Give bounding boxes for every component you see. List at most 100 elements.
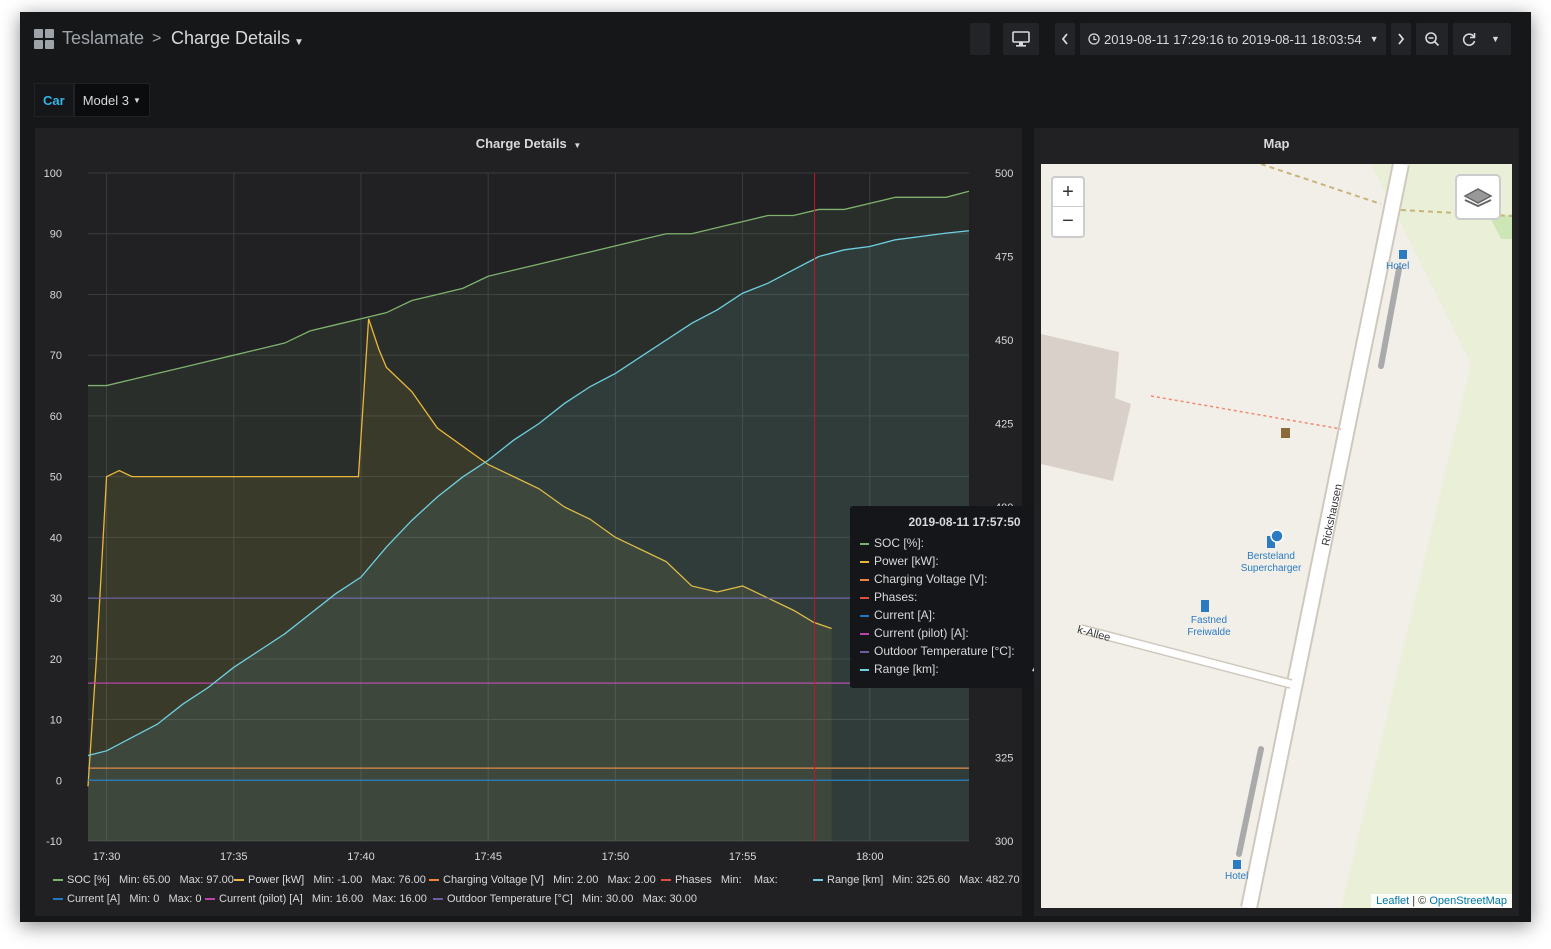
y-right-tick-label: 500 bbox=[995, 168, 1013, 180]
legend-series-name: Phases bbox=[675, 874, 721, 886]
map-view[interactable]: Hotel Hotel Bersteland Supercharger Fast… bbox=[1041, 164, 1512, 908]
x-tick-label: 18:00 bbox=[856, 851, 884, 863]
legend-item[interactable]: Current [A] Min: 0 Max: 0 bbox=[53, 893, 202, 905]
legend-series-stats: Min: 0 Max: 0 bbox=[129, 893, 202, 905]
chevron-down-icon[interactable]: ▼ bbox=[294, 37, 304, 48]
tooltip-label: Current [A]: bbox=[874, 608, 936, 622]
map-attribution: Leaflet | © OpenStreetMap bbox=[1371, 894, 1512, 908]
time-shift-forward-button[interactable] bbox=[1391, 23, 1411, 55]
map-label-supercharger: Bersteland Supercharger bbox=[1240, 551, 1302, 574]
legend-series-stats: Min: 30.00 Max: 30.00 bbox=[582, 893, 697, 905]
variable-label-car: Car bbox=[34, 83, 74, 117]
legend-series-name: Current [A] bbox=[67, 893, 130, 905]
legend-series-stats: Min: Max: bbox=[720, 874, 778, 886]
tooltip-label: Current (pilot) [A]: bbox=[874, 626, 969, 640]
legend-series-stats: Min: 325.60 Max: 482.70 bbox=[892, 874, 1020, 886]
variable-select-car[interactable]: Model 3 ▼ bbox=[73, 83, 150, 117]
chevron-left-icon bbox=[1061, 33, 1068, 45]
chevron-down-icon: ▼ bbox=[132, 95, 141, 105]
y-left-tick-label: 20 bbox=[50, 654, 62, 666]
tv-mode-button[interactable] bbox=[1003, 23, 1039, 55]
y-right-tick-label: 300 bbox=[995, 836, 1013, 848]
tooltip-color-marker bbox=[860, 579, 869, 581]
grafana-window: Teslamate > Charge Details ▼ 2019-08-11 … bbox=[20, 12, 1531, 922]
chevron-right-icon bbox=[1398, 33, 1405, 45]
y-left-tick-label: 30 bbox=[50, 593, 62, 605]
tooltip-label: Outdoor Temperature [°C]: bbox=[874, 644, 1015, 658]
tooltip-label: Charging Voltage [V]: bbox=[874, 572, 988, 586]
x-tick-label: 17:35 bbox=[220, 851, 248, 863]
tooltip-color-marker bbox=[860, 633, 869, 635]
legend-item[interactable]: Phases Min: Max: bbox=[661, 874, 778, 886]
y-right-tick-label: 475 bbox=[995, 252, 1013, 264]
legend-series-name: Range [km] bbox=[827, 874, 893, 886]
dashboard-title[interactable]: Charge Details bbox=[171, 28, 290, 49]
top-navbar: Teslamate > Charge Details ▼ 2019-08-11 … bbox=[20, 12, 1531, 68]
legend-item[interactable]: SOC [%] Min: 65.00 Max: 97.00 bbox=[53, 874, 234, 886]
legend-color-marker bbox=[429, 879, 439, 882]
legend-series-stats: Min: 2.00 Max: 2.00 bbox=[553, 874, 656, 886]
attribution-leaflet-link[interactable]: Leaflet bbox=[1376, 895, 1409, 907]
tooltip-label: Power [kW]: bbox=[874, 554, 939, 568]
zoom-out-time-button[interactable] bbox=[1416, 23, 1448, 55]
attribution-separator: | © bbox=[1409, 895, 1430, 907]
map-label-hotel-top: Hotel bbox=[1386, 261, 1410, 272]
x-tick-label: 17:55 bbox=[729, 851, 757, 863]
y-right-tick-label: 425 bbox=[995, 419, 1013, 431]
tooltip-color-marker bbox=[860, 615, 869, 617]
tooltip-label: Range [km]: bbox=[874, 662, 939, 676]
refresh-interval-caret-icon[interactable]: ▼ bbox=[1491, 34, 1500, 44]
legend-series-name: Power [kW] bbox=[248, 874, 314, 886]
y-right-tick-label: 325 bbox=[995, 753, 1013, 765]
dashboards-grid-icon[interactable] bbox=[34, 29, 54, 49]
map-zoom-control: + − bbox=[1051, 176, 1085, 238]
y-left-tick-label: 10 bbox=[50, 715, 62, 727]
zoom-out-button[interactable]: − bbox=[1053, 207, 1083, 236]
cycle-view-button[interactable] bbox=[970, 23, 990, 55]
tooltip-color-marker bbox=[860, 543, 869, 545]
panel-title-map[interactable]: Map bbox=[1034, 136, 1519, 151]
clock-icon bbox=[1088, 33, 1100, 45]
legend-series-stats: Min: 16.00 Max: 16.00 bbox=[311, 893, 427, 905]
tooltip-label: Phases: bbox=[874, 590, 918, 604]
y-right-tick-label: 450 bbox=[995, 335, 1013, 347]
breadcrumb-parent[interactable]: Teslamate bbox=[62, 28, 144, 49]
refresh-icon bbox=[1462, 33, 1476, 46]
legend-color-marker bbox=[813, 879, 823, 882]
legend-item[interactable]: Power [kW] Min: -1.00 Max: 76.00 bbox=[234, 874, 426, 886]
refresh-button[interactable]: ▼ bbox=[1453, 23, 1511, 55]
attribution-osm-link[interactable]: OpenStreetMap bbox=[1429, 895, 1507, 907]
legend-item[interactable]: Range [km] Min: 325.60 Max: 482.70 bbox=[813, 874, 1020, 886]
tooltip-color-marker bbox=[860, 669, 869, 671]
legend-item[interactable]: Current (pilot) [A] Min: 16.00 Max: 16.0… bbox=[205, 893, 427, 905]
legend-series-name: Charging Voltage [V] bbox=[443, 874, 554, 886]
x-tick-label: 17:30 bbox=[93, 851, 121, 863]
layers-icon bbox=[1463, 188, 1493, 208]
map-label-hotel-bottom: Hotel bbox=[1225, 871, 1249, 882]
charge-details-panel: Charge Details ▼ 100 90 80 70 60 50 40 30 20 10 0-… bbox=[35, 128, 1079, 916]
y-left-tick-label: 100 bbox=[44, 168, 62, 180]
monitor-icon bbox=[1012, 31, 1030, 47]
zoom-out-icon bbox=[1425, 32, 1440, 47]
legend-series-stats: Min: 65.00 Max: 97.00 bbox=[118, 874, 234, 886]
time-range-label: 2019-08-11 17:29:16 to 2019-08-11 18:03:… bbox=[1104, 31, 1362, 47]
time-range-picker[interactable]: 2019-08-11 17:29:16 to 2019-08-11 18:03:… bbox=[1080, 23, 1386, 55]
variable-value: Model 3 bbox=[82, 92, 129, 108]
legend-item[interactable]: Outdoor Temperature [°C] Min: 30.00 Max:… bbox=[433, 893, 697, 905]
legend-item[interactable]: Charging Voltage [V] Min: 2.00 Max: 2.00 bbox=[429, 874, 656, 886]
legend-series-name: Current (pilot) [A] bbox=[219, 893, 312, 905]
legend-color-marker bbox=[661, 879, 671, 882]
layers-button[interactable] bbox=[1455, 174, 1501, 220]
legend-color-marker bbox=[53, 898, 63, 901]
x-tick-label: 17:40 bbox=[347, 851, 375, 863]
time-shift-back-button[interactable] bbox=[1055, 23, 1075, 55]
y-left-tick-label: 90 bbox=[50, 229, 62, 241]
legend-series-name: Outdoor Temperature [°C] bbox=[447, 893, 583, 905]
legend-color-marker bbox=[53, 879, 63, 882]
y-left-tick-label: 0 bbox=[56, 775, 62, 787]
map-tiles bbox=[1041, 164, 1512, 908]
legend-color-marker bbox=[205, 898, 215, 901]
x-tick-label: 17:45 bbox=[474, 851, 502, 863]
time-range-caret-icon: ▼ bbox=[1369, 34, 1379, 44]
zoom-in-button[interactable]: + bbox=[1053, 178, 1083, 207]
